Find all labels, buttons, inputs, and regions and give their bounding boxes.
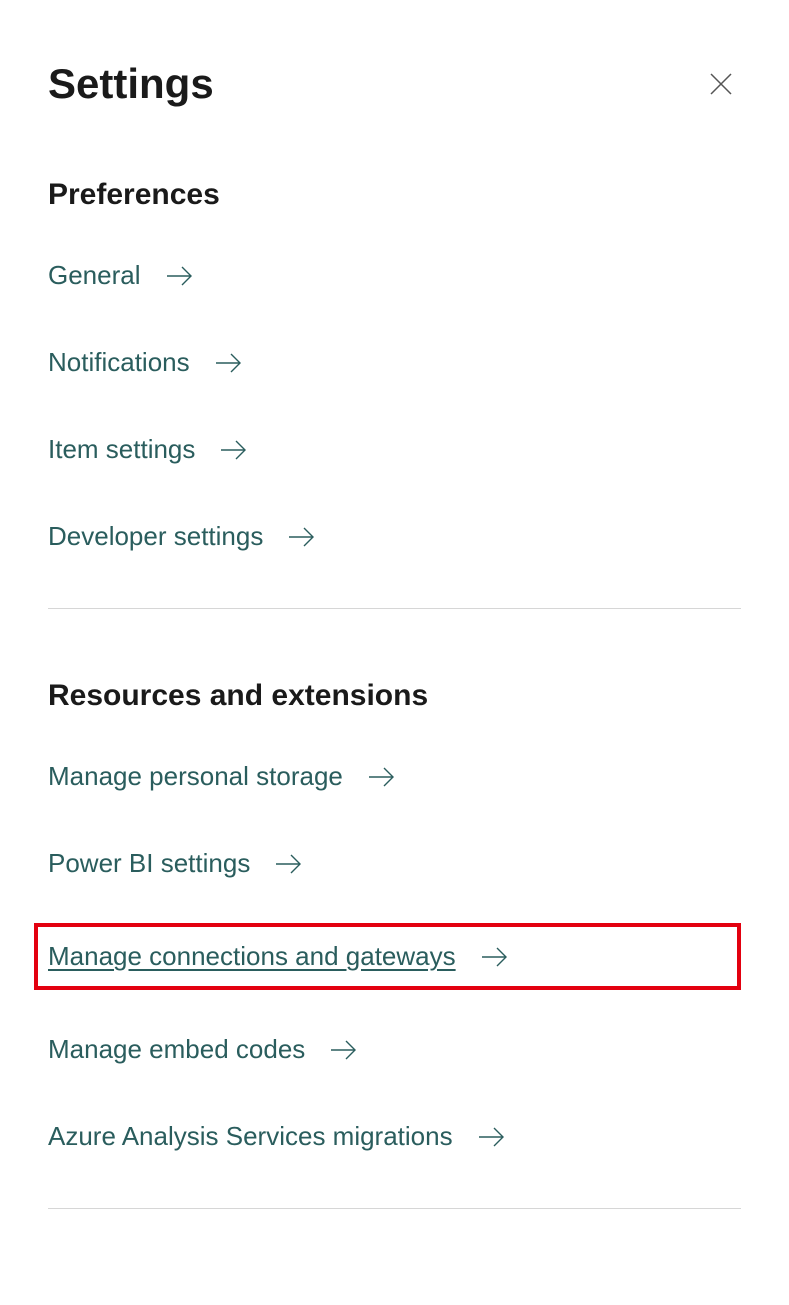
preferences-heading: Preferences (48, 178, 741, 212)
item-settings-link[interactable]: Item settings (48, 434, 249, 465)
close-icon (706, 69, 736, 99)
arrow-right-icon (480, 945, 510, 969)
manage-personal-storage-link[interactable]: Manage personal storage (48, 761, 397, 792)
close-button[interactable] (701, 64, 741, 104)
section-divider (48, 608, 741, 609)
power-bi-settings-link[interactable]: Power BI settings (48, 848, 304, 879)
arrow-right-icon (214, 351, 244, 375)
highlighted-annotation: Manage connections and gateways (34, 923, 741, 990)
page-title: Settings (48, 60, 214, 108)
arrow-right-icon (477, 1125, 507, 1149)
section-divider (48, 1208, 741, 1209)
link-label: Manage connections and gateways (48, 941, 456, 972)
resources-heading: Resources and extensions (48, 679, 741, 713)
arrow-right-icon (274, 852, 304, 876)
link-label: Azure Analysis Services migrations (48, 1121, 453, 1152)
developer-settings-link[interactable]: Developer settings (48, 521, 317, 552)
arrow-right-icon (287, 525, 317, 549)
link-label: Manage personal storage (48, 761, 343, 792)
arrow-right-icon (219, 438, 249, 462)
link-label: General (48, 260, 141, 291)
link-label: Notifications (48, 347, 190, 378)
general-link[interactable]: General (48, 260, 195, 291)
preferences-section: Preferences General Notifications Item s… (48, 178, 741, 552)
arrow-right-icon (367, 765, 397, 789)
link-label: Developer settings (48, 521, 263, 552)
manage-embed-codes-link[interactable]: Manage embed codes (48, 1034, 359, 1065)
resources-section: Resources and extensions Manage personal… (48, 679, 741, 1152)
arrow-right-icon (165, 264, 195, 288)
azure-analysis-services-link[interactable]: Azure Analysis Services migrations (48, 1121, 507, 1152)
link-label: Manage embed codes (48, 1034, 305, 1065)
arrow-right-icon (329, 1038, 359, 1062)
notifications-link[interactable]: Notifications (48, 347, 244, 378)
link-label: Item settings (48, 434, 195, 465)
manage-connections-gateways-link[interactable]: Manage connections and gateways (48, 941, 510, 972)
link-label: Power BI settings (48, 848, 250, 879)
settings-header: Settings (48, 60, 741, 108)
